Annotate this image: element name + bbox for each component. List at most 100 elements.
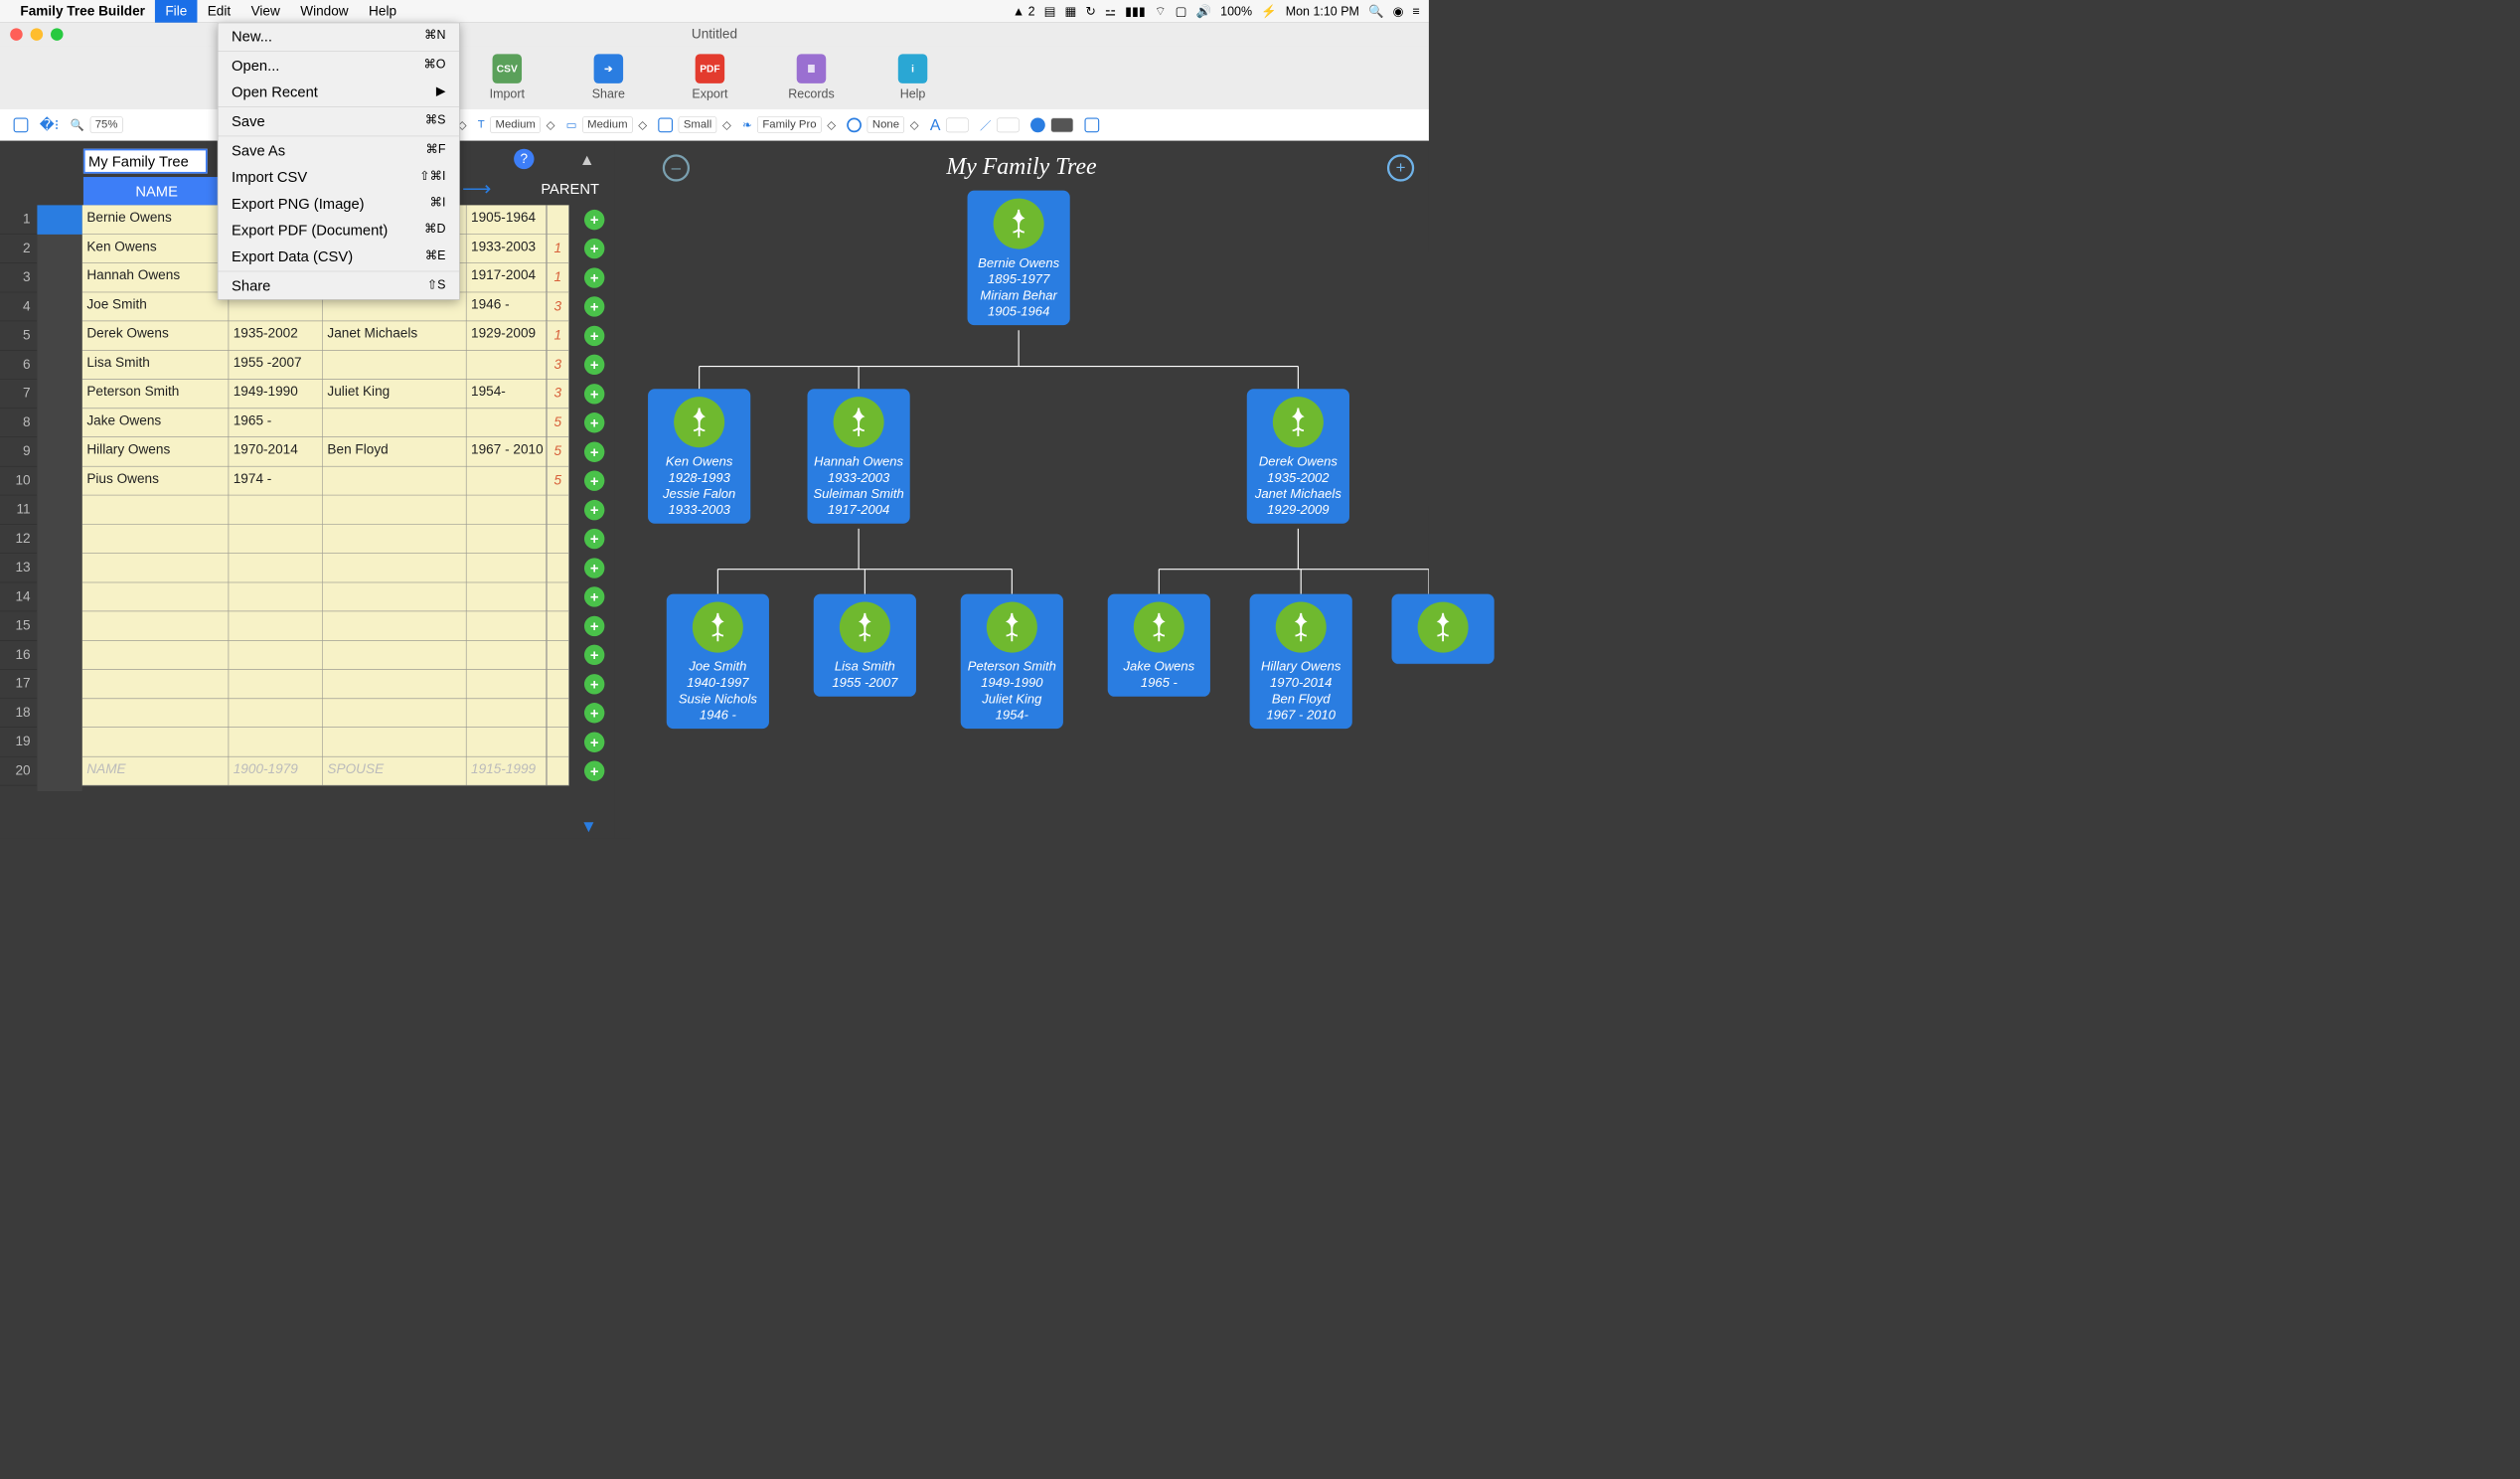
tree-title-input[interactable]	[83, 149, 208, 174]
add-row-button[interactable]: +	[584, 558, 604, 577]
line-color-icon[interactable]: ／	[980, 116, 991, 132]
row-number[interactable]: 19	[0, 728, 37, 756]
parent-index[interactable]: 5	[547, 437, 569, 466]
parent-index[interactable]	[547, 554, 569, 582]
wifi-icon[interactable]: ⌔	[1155, 3, 1167, 19]
table-row[interactable]	[82, 640, 547, 669]
zoom-button[interactable]	[51, 28, 63, 40]
tree-node-derek[interactable]: Derek Owens1935-2002Janet Michaels1929-2…	[1247, 389, 1349, 524]
parent-index[interactable]	[547, 582, 569, 611]
menu-item[interactable]: Export PDF (Document)⌘D	[218, 217, 459, 244]
row-number[interactable]: 13	[0, 554, 37, 582]
menu-item[interactable]: Save As⌘F	[218, 137, 459, 164]
parent-index[interactable]	[547, 640, 569, 669]
close-button[interactable]	[10, 28, 22, 40]
line-select[interactable]: None	[867, 116, 904, 132]
row-number[interactable]: 12	[0, 525, 37, 554]
parent-index[interactable]: 1	[547, 263, 569, 292]
row-number[interactable]: 20	[0, 756, 37, 785]
bose-icon[interactable]: ▦	[1065, 4, 1077, 19]
row-number[interactable]: 1	[0, 205, 37, 234]
table-row[interactable]	[82, 495, 547, 524]
hierarchy-icon[interactable]: �⁝	[40, 116, 60, 134]
tree-node-pete[interactable]: Peterson Smith1949-1990Juliet King1954-	[961, 594, 1063, 730]
add-row-button[interactable]: +	[584, 326, 604, 346]
menu-item[interactable]: Open Recent▶	[218, 79, 459, 105]
notifications-icon[interactable]: ≡	[1413, 4, 1420, 19]
battery-icon[interactable]: ▮▮▮	[1125, 4, 1146, 19]
menu-help[interactable]: Help	[359, 0, 406, 23]
help-button[interactable]: ?	[514, 149, 534, 169]
row-number[interactable]: 6	[0, 350, 37, 379]
parent-index[interactable]	[547, 611, 569, 640]
table-row-placeholder[interactable]: NAME1900-1979 SPOUSE1915-1999	[82, 756, 547, 785]
zoom-select[interactable]: 75%	[90, 116, 123, 132]
tree-node-ken[interactable]: Ken Owens1928-1993Jessie Falon1933-2003	[648, 389, 750, 524]
menu-item[interactable]: Export PNG (Image)⌘I	[218, 191, 459, 218]
tree-node-joe[interactable]: Joe Smith1940-1997Susie Nichols1946 -	[667, 594, 769, 730]
parent-index[interactable]	[547, 699, 569, 728]
tree-canvas[interactable]: My Family Tree – + Bernie Owens1895-1977…	[614, 141, 1429, 839]
add-row-button[interactable]: +	[584, 616, 604, 636]
table-row[interactable]	[82, 611, 547, 640]
add-row-button[interactable]: +	[584, 441, 604, 461]
row-number[interactable]: 17	[0, 670, 37, 699]
menu-item[interactable]: Open...⌘O	[218, 53, 459, 80]
add-row-button[interactable]: +	[584, 674, 604, 694]
line-color-swatch[interactable]	[997, 117, 1020, 132]
adobe-icon[interactable]: ▲ 2	[1013, 4, 1035, 19]
text-color-swatch[interactable]	[946, 117, 969, 132]
fill-color-swatch[interactable]	[1051, 117, 1074, 132]
parent-index[interactable]: 3	[547, 380, 569, 409]
row-number[interactable]: 5	[0, 321, 37, 350]
row-number[interactable]: 2	[0, 235, 37, 263]
parent-index[interactable]	[547, 670, 569, 699]
scroll-up-icon[interactable]: ▲	[579, 151, 595, 169]
table-row[interactable]: Peterson Smith1949-1990 Juliet King1954-	[82, 380, 547, 409]
scroll-down-icon[interactable]: ▼	[580, 817, 597, 836]
add-row-button[interactable]: +	[584, 529, 604, 549]
row-number[interactable]: 16	[0, 640, 37, 669]
toolbar-share[interactable]: ➔Share	[557, 54, 659, 101]
tree-node-hannah[interactable]: Hannah Owens1933-2003Suleiman Smith1917-…	[808, 389, 910, 524]
add-row-button[interactable]: +	[584, 645, 604, 665]
row-number[interactable]: 10	[0, 466, 37, 495]
table-row[interactable]	[82, 728, 547, 756]
row-number[interactable]: 11	[0, 495, 37, 524]
table-row[interactable]: Jake Owens1965 -	[82, 409, 547, 437]
tree-node-jake[interactable]: Jake Owens1965 -	[1108, 594, 1210, 697]
parent-index[interactable]: 5	[547, 409, 569, 437]
toolbar-export[interactable]: PDFExport	[659, 54, 760, 101]
toolbar-help[interactable]: iHelp	[863, 54, 964, 101]
parent-index[interactable]: 1	[547, 235, 569, 263]
row-number[interactable]: 9	[0, 437, 37, 466]
tree-node-lisa[interactable]: Lisa Smith1955 -2007	[814, 594, 916, 697]
zoom-icon[interactable]: 🔍	[71, 118, 84, 132]
row-number[interactable]: 14	[0, 582, 37, 611]
table-row[interactable]	[82, 699, 547, 728]
disk-icon[interactable]: ▤	[1044, 4, 1056, 19]
menu-view[interactable]: View	[240, 0, 290, 23]
table-row[interactable]	[82, 554, 547, 582]
timemachine-icon[interactable]: ↻	[1085, 4, 1095, 19]
theme-select[interactable]: Family Pro	[757, 116, 821, 132]
add-row-button[interactable]: +	[584, 586, 604, 606]
swap-arrow-icon[interactable]: ⟶	[462, 177, 491, 201]
add-row-button[interactable]: +	[584, 210, 604, 230]
parent-index[interactable]: 3	[547, 292, 569, 321]
menu-window[interactable]: Window	[290, 0, 359, 23]
zoom-out-button[interactable]: –	[663, 154, 690, 181]
row-number[interactable]: 8	[0, 409, 37, 437]
add-row-button[interactable]: +	[584, 703, 604, 723]
table-row[interactable]: Pius Owens1974 -	[82, 466, 547, 495]
tree-node-hill[interactable]: Hillary Owens1970-2014Ben Floyd1967 - 20…	[1250, 594, 1352, 730]
parent-index[interactable]: 5	[547, 466, 569, 495]
table-row[interactable]	[82, 670, 547, 699]
parent-index[interactable]: 3	[547, 350, 569, 379]
toolbar-records[interactable]: ≣Records	[760, 54, 862, 101]
table-row[interactable]: Lisa Smith1955 -2007	[82, 350, 547, 379]
parent-index[interactable]	[547, 728, 569, 756]
row-number[interactable]: 3	[0, 263, 37, 292]
toolbar-import[interactable]: CSVImport	[456, 54, 557, 101]
menu-item[interactable]: Save⌘S	[218, 108, 459, 135]
